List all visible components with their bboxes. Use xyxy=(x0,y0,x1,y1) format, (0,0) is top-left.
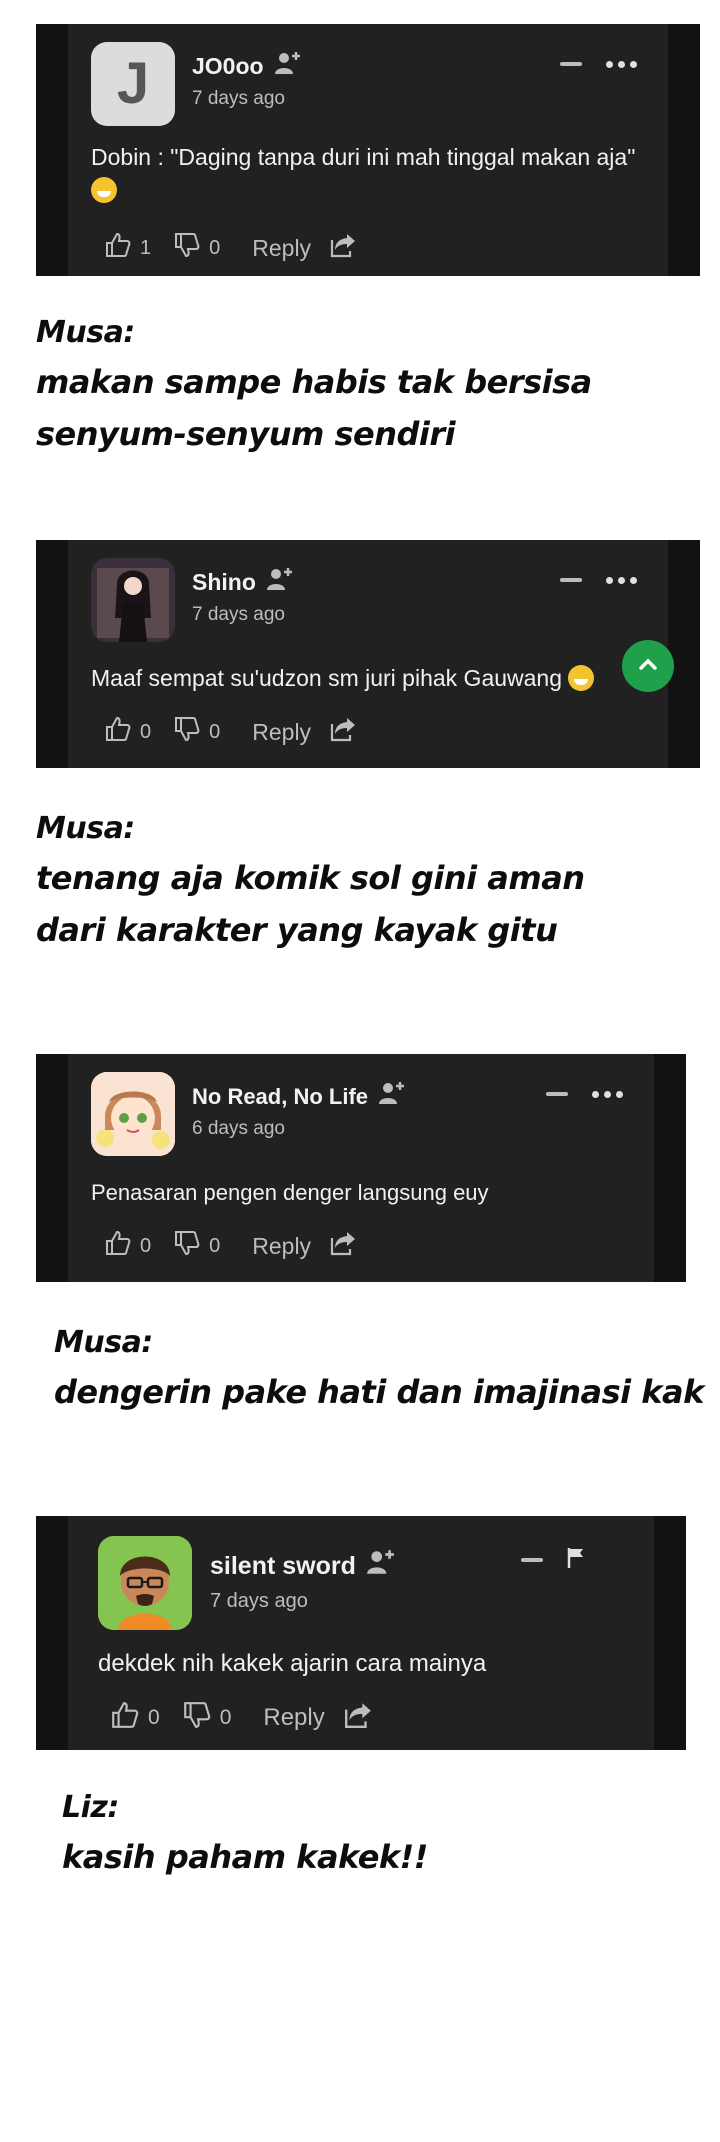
like-count: 1 xyxy=(140,236,152,259)
chevron-up-icon xyxy=(638,657,658,676)
caption: Musa: makan sampe habis tak bersisa seny… xyxy=(36,315,592,467)
share-icon[interactable] xyxy=(329,1230,357,1262)
caption-line: dengerin pake hati dan imajinasi kak xyxy=(54,1373,704,1411)
avatar[interactable] xyxy=(91,1072,175,1156)
comment-text: Dobin : "Daging tanpa duri ini mah tingg… xyxy=(91,144,636,170)
comment-card: Shino 7 days ago Maaf sempat su'udzon sm… xyxy=(36,540,700,768)
follow-icon[interactable] xyxy=(274,50,302,82)
more-icon[interactable] xyxy=(606,60,637,68)
timestamp: 7 days ago xyxy=(210,1590,308,1612)
share-icon[interactable] xyxy=(343,1701,373,1735)
timestamp: 7 days ago xyxy=(192,88,285,109)
username[interactable]: No Read, No Life xyxy=(192,1084,368,1109)
thumbs-up-icon[interactable] xyxy=(104,1229,132,1263)
timestamp: 6 days ago xyxy=(192,1118,285,1139)
laugh-emoji-icon xyxy=(568,665,595,691)
minus-icon[interactable] xyxy=(560,578,582,582)
minus-icon[interactable] xyxy=(560,62,582,66)
comment-text: Penasaran pengen denger langsung euy xyxy=(91,1180,489,1205)
dislike-count: 0 xyxy=(219,1706,232,1729)
caption-line: makan sampe habis tak bersisa xyxy=(36,363,592,401)
follow-icon[interactable] xyxy=(266,566,294,598)
share-icon[interactable] xyxy=(329,232,357,264)
comment-card: silent sword 7 days ago dekdek nih kakek… xyxy=(36,1516,686,1750)
thumbs-down-icon[interactable] xyxy=(173,1229,201,1263)
thumbs-down-icon[interactable] xyxy=(173,715,201,749)
dislike-count: 0 xyxy=(209,236,221,259)
thumbs-up-icon[interactable] xyxy=(104,231,132,265)
dislike-count: 0 xyxy=(209,720,221,743)
minus-icon[interactable] xyxy=(521,1558,543,1562)
timestamp: 7 days ago xyxy=(192,604,285,625)
caption: Musa: tenang aja komik sol gini aman dar… xyxy=(36,811,585,963)
caption-speaker: Musa: xyxy=(54,1325,153,1360)
scroll-to-top-button[interactable] xyxy=(622,640,674,692)
reply-button[interactable]: Reply xyxy=(252,1233,311,1260)
comment-card: No Read, No Life 6 days ago Penasaran pe… xyxy=(36,1054,686,1282)
caption-line: kasih paham kakek!! xyxy=(62,1838,428,1876)
reply-button[interactable]: Reply xyxy=(252,235,311,262)
thumbs-up-icon[interactable] xyxy=(104,715,132,749)
grin-emoji-icon xyxy=(91,177,117,203)
minus-icon[interactable] xyxy=(546,1092,568,1096)
caption-line: dari karakter yang kayak gitu xyxy=(36,911,558,949)
more-icon[interactable] xyxy=(592,1090,623,1098)
like-count: 0 xyxy=(148,1706,160,1729)
thumbs-down-icon[interactable] xyxy=(182,1700,212,1736)
share-icon[interactable] xyxy=(329,716,357,748)
dislike-count: 0 xyxy=(209,1234,221,1257)
comment-text: dekdek nih kakek ajarin cara mainya xyxy=(98,1650,487,1677)
caption-line: tenang aja komik sol gini aman xyxy=(36,859,585,897)
like-count: 0 xyxy=(140,720,152,743)
caption: Musa: dengerin pake hati dan imajinasi k… xyxy=(54,1325,704,1425)
follow-icon[interactable] xyxy=(366,1548,396,1583)
username[interactable]: silent sword xyxy=(210,1552,356,1580)
caption-speaker: Liz: xyxy=(62,1790,119,1825)
caption-line: senyum-senyum sendiri xyxy=(36,415,456,453)
follow-icon[interactable] xyxy=(378,1080,406,1112)
comment-card: J JO0oo 7 days ago Dobin : "Daging tanpa… xyxy=(36,24,700,276)
avatar[interactable] xyxy=(91,558,175,642)
comment-text: Maaf sempat su'udzon sm juri pihak Gauwa… xyxy=(91,665,563,691)
avatar[interactable] xyxy=(98,1536,192,1630)
caption-speaker: Musa: xyxy=(36,315,135,350)
username[interactable]: JO0oo xyxy=(192,53,264,79)
caption: Liz: kasih paham kakek!! xyxy=(62,1790,428,1890)
thumbs-down-icon[interactable] xyxy=(173,231,201,265)
username[interactable]: Shino xyxy=(192,569,256,595)
avatar[interactable]: J xyxy=(91,42,175,126)
like-count: 0 xyxy=(140,1234,152,1257)
flag-icon[interactable] xyxy=(567,1547,585,1574)
more-icon[interactable] xyxy=(606,576,637,584)
thumbs-up-icon[interactable] xyxy=(110,1700,140,1736)
reply-button[interactable]: Reply xyxy=(263,1704,324,1732)
caption-speaker: Musa: xyxy=(36,811,135,846)
reply-button[interactable]: Reply xyxy=(252,719,311,746)
